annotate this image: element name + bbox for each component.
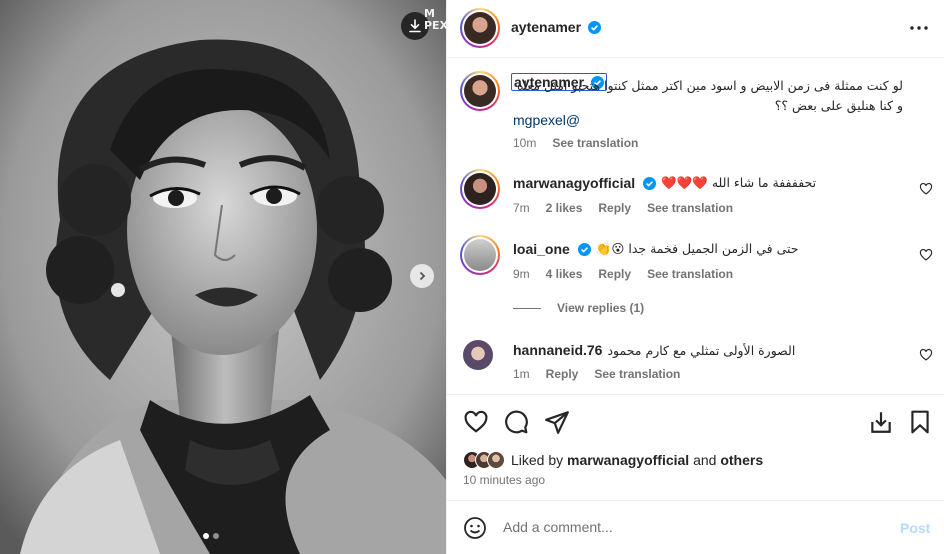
caption-age: 10m: [513, 136, 537, 150]
heart-icon[interactable]: [463, 409, 489, 435]
heart-icon[interactable]: [919, 182, 933, 196]
caption-avatar[interactable]: [460, 71, 500, 111]
verified-icon: [587, 21, 601, 34]
post-modal: M PEXEL aytenamer: [0, 0, 944, 554]
reply-button[interactable]: Reply: [546, 367, 579, 381]
liked-by: Liked by marwanagyofficial and others: [463, 451, 763, 469]
add-comment-bar: Add a comment... Post: [447, 500, 944, 554]
comment-meta: 1m Reply See translation: [513, 367, 680, 381]
avatar: [464, 173, 496, 205]
comment-likes[interactable]: 4 likes: [546, 267, 583, 281]
verified-icon: [643, 176, 657, 190]
avatar: [464, 12, 496, 44]
comment-age: 9m: [513, 267, 530, 281]
carousel-dot-active: [203, 533, 209, 539]
watermark: M PEXEL: [424, 7, 446, 32]
avatar: [487, 451, 505, 469]
post-timestamp: 10 minutes ago: [463, 473, 546, 487]
avatar: [464, 239, 496, 271]
carousel-dot: [213, 533, 219, 539]
share-icon[interactable]: [544, 409, 570, 435]
header-username[interactable]: aytenamer: [511, 19, 581, 35]
translate-button[interactable]: See translation: [594, 367, 680, 381]
comment-username[interactable]: loai_one: [513, 241, 570, 257]
header-user: aytenamer: [511, 19, 601, 35]
avatar[interactable]: [463, 340, 493, 370]
comment-input[interactable]: Add a comment...: [503, 519, 613, 535]
comment-text: تحففففة ما شاء الله ❤️❤️❤️: [661, 175, 817, 190]
liked-by-user[interactable]: marwanagyofficial: [567, 452, 689, 468]
comment-username[interactable]: marwanagyofficial: [513, 175, 635, 191]
avatar: [464, 75, 496, 107]
replies-divider: [513, 308, 541, 309]
comment-meta: 7m 2 likes Reply See translation: [513, 201, 733, 215]
view-replies-button[interactable]: View replies (1): [557, 301, 644, 315]
comment-avatar[interactable]: [460, 169, 500, 209]
next-slide-button[interactable]: [410, 264, 434, 288]
comment-row: marwanagyofficial تحففففة ما شاء الله ❤️…: [513, 175, 816, 191]
post-photo: [0, 0, 446, 554]
post-media[interactable]: M PEXEL: [0, 0, 446, 554]
translate-button[interactable]: See translation: [647, 201, 733, 215]
heart-icon[interactable]: [919, 348, 933, 362]
post-header: aytenamer: [447, 0, 944, 58]
emoji-icon[interactable]: [463, 516, 487, 540]
comment-age: 1m: [513, 367, 530, 381]
save-icon[interactable]: [868, 409, 894, 435]
caption-meta: 10m See translation: [513, 136, 638, 150]
translate-button[interactable]: See translation: [647, 267, 733, 281]
avatar-ring[interactable]: [460, 8, 500, 48]
more-icon[interactable]: [907, 18, 931, 38]
comment-avatar[interactable]: [460, 235, 500, 275]
comment-row: hannaneid.76 الصورة الأولى تمثلي مع كارم…: [513, 342, 795, 358]
comment-row: loai_one حتى في الزمن الجميل فخمة جدا 😮👏: [513, 241, 798, 257]
comment-text: حتى في الزمن الجميل فخمة جدا 😮👏: [595, 241, 799, 256]
caption-text: لو كنت ممثلة فى زمن الابيض و اسود مين اك…: [516, 78, 903, 113]
carousel-indicator: [203, 533, 219, 539]
chevron-right-icon: [419, 271, 426, 281]
heart-icon[interactable]: [919, 248, 933, 262]
caption-translate[interactable]: See translation: [552, 136, 638, 150]
liked-by-and: and: [693, 452, 717, 468]
liked-by-prefix: Liked by: [511, 452, 564, 468]
reply-button[interactable]: Reply: [598, 267, 631, 281]
verified-icon: [577, 242, 591, 256]
caption-mention[interactable]: mgpexel@: [513, 112, 580, 128]
comment-age: 7m: [513, 201, 530, 215]
download-icon: [409, 19, 421, 33]
bookmark-icon[interactable]: [907, 409, 933, 435]
comment-text: الصورة الأولى تمثلي مع كارم محمود: [607, 342, 796, 358]
liked-by-others[interactable]: others: [720, 452, 763, 468]
post-button[interactable]: Post: [900, 520, 930, 536]
comment-username[interactable]: hannaneid.76: [513, 342, 602, 358]
comment-icon[interactable]: [503, 409, 529, 435]
actions-divider: [447, 394, 944, 395]
reply-button[interactable]: Reply: [598, 201, 631, 215]
post-sidebar: aytenamer aytenamer لو كنت ممثلة فى زمن …: [446, 0, 944, 554]
comment-likes[interactable]: 2 likes: [546, 201, 583, 215]
comment-meta: 9m 4 likes Reply See translation: [513, 267, 733, 281]
liked-by-avatars: [463, 451, 505, 469]
